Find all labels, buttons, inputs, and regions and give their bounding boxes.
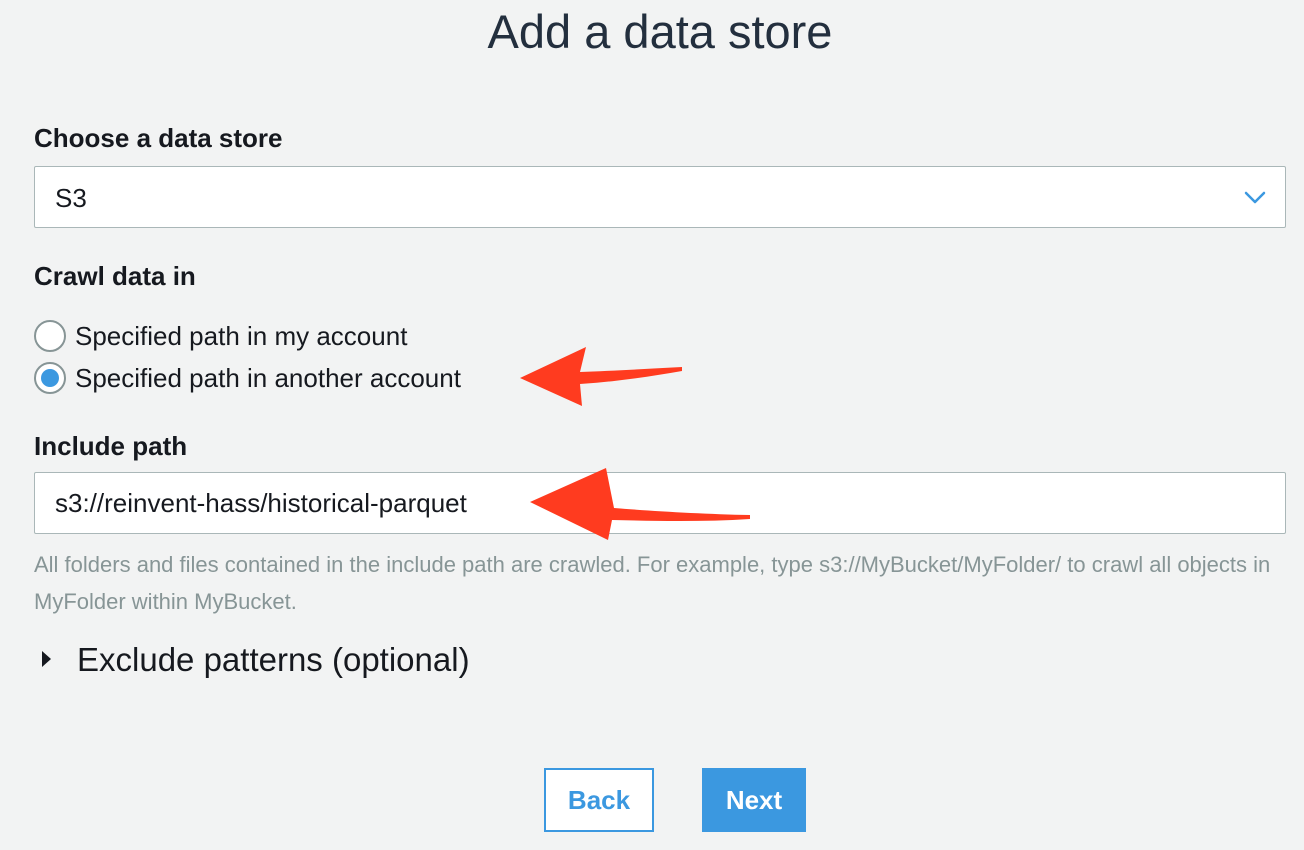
- radio-another-account-label: Specified path in another account: [75, 363, 461, 393]
- data-store-selected-value: S3: [55, 183, 87, 213]
- next-button[interactable]: Next: [702, 768, 806, 832]
- include-path-label: Include path: [34, 431, 188, 461]
- exclude-patterns-label: Exclude patterns (optional): [77, 641, 470, 678]
- chevron-down-icon: [1244, 191, 1266, 204]
- crawl-data-label: Crawl data in: [34, 261, 196, 291]
- caret-right-icon: [42, 651, 51, 667]
- radio-button-checked[interactable]: [34, 362, 66, 394]
- radio-my-account-label: Specified path in my account: [75, 321, 408, 351]
- red-arrow-icon: [520, 347, 682, 406]
- data-store-label: Choose a data store: [34, 123, 283, 153]
- back-button[interactable]: Back: [544, 768, 654, 832]
- page-title: Add a data store: [487, 5, 833, 58]
- data-store-select[interactable]: S3: [34, 166, 1286, 228]
- include-path-input[interactable]: [34, 472, 1286, 534]
- include-path-help-text: All folders and files contained in the i…: [34, 552, 1271, 614]
- radio-button-unchecked[interactable]: [34, 320, 66, 352]
